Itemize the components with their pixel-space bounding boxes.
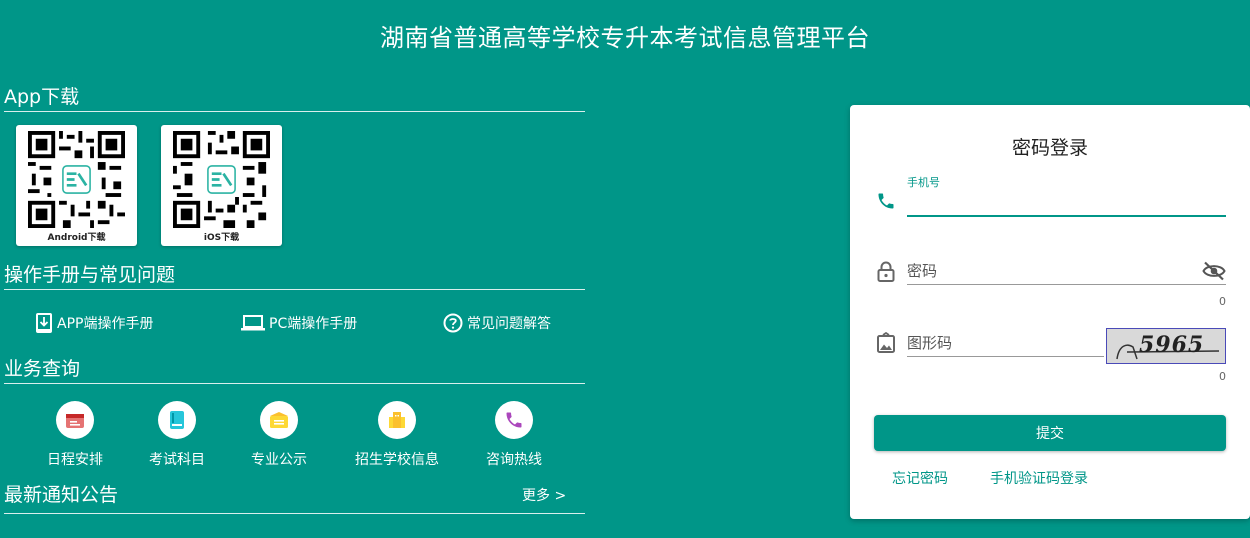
book-icon [158,401,196,439]
image-icon [877,332,895,353]
exam-subjects-item[interactable]: 考试科目 [127,401,227,469]
password-input[interactable] [907,258,1192,284]
faq-link[interactable]: 常见问题解答 [443,311,551,335]
folder-icon [260,401,298,439]
android-qr-card[interactable]: Android下载 [16,125,137,246]
lock-icon [877,261,895,282]
eye-off-icon[interactable] [1202,261,1226,281]
pc-manual-link[interactable]: PC端操作手册 [241,311,357,335]
schedule-label: 日程安排 [47,452,103,468]
mobile-download-icon [36,313,52,333]
login-title: 密码登录 [1011,137,1088,159]
business-heading: 业务查询 [4,357,585,384]
phone-icon [878,193,894,209]
laptop-icon [241,315,265,331]
major-notice-item[interactable]: 专业公示 [229,401,329,469]
exam-subjects-label: 考试科目 [149,452,205,468]
sms-login-link[interactable]: 手机验证码登录 [990,468,1088,488]
ios-qr-card[interactable]: iOS下载 [161,125,282,246]
hotline-label: 咨询热线 [486,452,542,468]
app-download-heading: App下载 [4,85,585,112]
ios-qr-code [173,131,270,228]
help-circle-icon [443,313,463,333]
captcha-field-container [907,330,1104,357]
manuals-heading: 操作手册与常见问题 [4,263,585,290]
school-info-item[interactable]: 招生学校信息 [347,401,447,469]
password-counter: 0 [1219,295,1226,308]
page-title: 湖南省普通高等学校专升本考试信息管理平台 [380,24,870,52]
calendar-icon [56,401,94,439]
app-manual-label: APP端操作手册 [57,316,154,332]
building-icon [378,401,416,439]
faq-label: 常见问题解答 [467,316,551,332]
captcha-counter: 0 [1219,370,1226,383]
app-manual-link[interactable]: APP端操作手册 [35,311,153,335]
hotline-item[interactable]: 咨询热线 [464,401,564,469]
ios-download-label: iOS下载 [203,233,240,243]
pc-manual-label: PC端操作手册 [269,316,358,332]
android-download-label: Android下载 [47,233,106,243]
news-heading: 最新通知公告 [4,483,585,514]
captcha-image[interactable]: 5965 [1106,328,1226,364]
major-notice-label: 专业公示 [251,452,307,468]
phone-input[interactable] [907,189,1226,215]
password-field-container [907,258,1226,285]
phone-icon [495,401,533,439]
school-info-label: 招生学校信息 [355,452,439,468]
login-card: 密码登录 手机号 0 5965 0 提交 忘记密码 手机验证码登录 [850,105,1250,519]
submit-button[interactable]: 提交 [874,415,1226,451]
phone-label: 手机号 [907,176,940,189]
news-more-link[interactable]: 更多 > [522,485,566,505]
android-qr-code [28,131,125,228]
captcha-text: 5965 [1139,332,1205,358]
captcha-input[interactable] [907,330,1104,356]
phone-field-container [907,189,1226,217]
forgot-password-link[interactable]: 忘记密码 [892,468,948,488]
schedule-item[interactable]: 日程安排 [25,401,125,469]
